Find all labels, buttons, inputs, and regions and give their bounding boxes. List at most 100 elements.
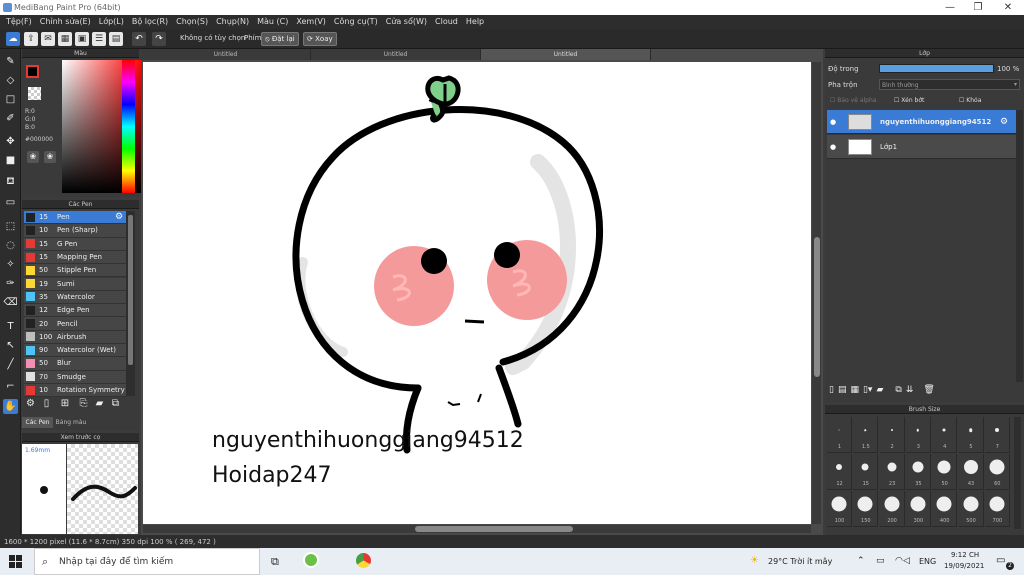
brush-size-cell[interactable]: 7	[984, 417, 1010, 453]
menu-file[interactable]: Tệp(F)	[3, 15, 37, 29]
brush-item[interactable]: 50 Blur	[24, 357, 126, 371]
select-pen-icon[interactable]: ✑	[3, 276, 18, 291]
text-tool-icon[interactable]: T	[3, 319, 18, 334]
brush-settings-gear-icon[interactable]: ⚙	[115, 212, 123, 222]
hand-tool-icon[interactable]: ✋	[3, 399, 18, 414]
layer-list-scrollbar[interactable]	[1016, 110, 1023, 382]
network-icon[interactable]: ▭	[876, 556, 885, 566]
brush-size-cell[interactable]: 4	[932, 417, 958, 453]
move-tool-icon[interactable]: ✥	[3, 134, 18, 149]
wifi-icon[interactable]: ◠	[895, 556, 903, 566]
brush-item[interactable]: 19 Sumi	[24, 277, 126, 291]
brush-size-cell[interactable]: 300	[905, 491, 931, 527]
foreground-color-swatch[interactable]	[26, 65, 39, 78]
hue-slider[interactable]	[122, 60, 135, 193]
menu-window[interactable]: Cửa sổ(W)	[383, 15, 432, 29]
menu-edit[interactable]: Chỉnh sửa(E)	[37, 15, 96, 29]
document-tab-3[interactable]: Untitled	[481, 49, 651, 60]
visibility-icon[interactable]: ●	[830, 143, 840, 151]
clipping-checkbox[interactable]: ☐ Xén bớt	[894, 97, 924, 104]
add-brush-icon[interactable]: ⊞	[56, 398, 74, 413]
panel-icon[interactable]: ▤	[109, 32, 123, 46]
delete-layer-icon[interactable]: 🗑	[923, 385, 934, 399]
new-color-layer-icon[interactable]: ▤	[838, 385, 847, 399]
frame-icon[interactable]: ▣	[75, 32, 89, 46]
folder-icon[interactable]: ▰	[93, 398, 106, 413]
menu-layer[interactable]: Lớp(L)	[96, 15, 129, 29]
brush-settings-icon[interactable]: ⚙	[24, 398, 37, 413]
operation-tool-icon[interactable]: ↖	[3, 338, 18, 353]
divide-tool-icon[interactable]: ╱	[3, 357, 18, 372]
brush-size-cell[interactable]: 100	[827, 491, 852, 527]
duplicate-layer-icon[interactable]: ⧉	[895, 385, 901, 399]
menu-help[interactable]: Help	[463, 15, 489, 29]
brush-size-cell[interactable]: 700	[984, 491, 1010, 527]
reset-button[interactable]: ⦸ Đặt lại	[261, 32, 299, 46]
select-eraser-icon[interactable]: ⌫	[3, 295, 18, 310]
palette-icon[interactable]: ❀	[27, 151, 39, 163]
grid-icon[interactable]: ▦	[58, 32, 72, 46]
clock-date[interactable]: 19/09/2021	[944, 562, 984, 570]
language-indicator[interactable]: ENG	[919, 557, 936, 566]
cloud-icon[interactable]: ☁	[6, 32, 20, 46]
vertical-scroll-thumb[interactable]	[814, 237, 820, 377]
duplicate-icon[interactable]: ⧉	[109, 398, 122, 413]
document-tab-2[interactable]: Untitled	[311, 49, 481, 60]
layer-folder-icon[interactable]: ▰	[876, 385, 883, 399]
close-button[interactable]: ✕	[993, 0, 1023, 15]
brush-size-cell[interactable]: 500	[958, 491, 984, 527]
dot-tool-icon[interactable]: □	[3, 92, 18, 107]
blend-mode-select[interactable]: Bình thường ▾	[879, 79, 1020, 90]
layer-settings-icon[interactable]: ⚙	[1000, 117, 1008, 127]
brush-size-cell[interactable]: 150	[853, 491, 879, 527]
bucket-tool-icon[interactable]: ⛾	[3, 174, 18, 189]
brush-list-scrollbar[interactable]	[126, 211, 135, 396]
brush-size-cell[interactable]: 60	[984, 454, 1010, 490]
brush-item[interactable]: 35 Watercolor	[24, 290, 126, 305]
brush-size-cell[interactable]: 15	[853, 454, 879, 490]
medibang-taskbar-icon[interactable]	[303, 552, 319, 568]
brush-item[interactable]: 100 Airbrush	[24, 330, 126, 344]
notification-icon[interactable]: ▭	[996, 555, 1005, 566]
transparent-swatch[interactable]	[28, 87, 41, 100]
eyedropper-tool-icon[interactable]: ⌐	[3, 379, 18, 394]
pen-tool-icon[interactable]: ✐	[3, 111, 18, 126]
share-icon[interactable]: ⇪	[24, 32, 38, 46]
new-brush-icon[interactable]: ▯	[40, 398, 53, 413]
layer-row-drawing[interactable]: ● Lớp1	[827, 135, 1016, 159]
brush-item[interactable]: 10 Pen (Sharp)	[24, 224, 126, 238]
brush-item[interactable]: 90 Watercolor (Wet)	[24, 344, 126, 358]
brush-size-cell[interactable]: 12	[827, 454, 852, 490]
brush-item[interactable]: 12 Edge Pen	[24, 304, 126, 318]
brush-item[interactable]: 10 Rotation Symmetry	[24, 383, 126, 398]
brush-size-cell[interactable]: 200	[879, 491, 905, 527]
task-view-icon[interactable]: ⧉	[271, 555, 279, 569]
menu-filter[interactable]: Bộ lọc(R)	[129, 15, 173, 29]
brush-item[interactable]: 15 G Pen	[24, 237, 126, 251]
magic-wand-icon[interactable]: ✧	[3, 257, 18, 272]
brush-size-scrollbar[interactable]	[1014, 417, 1021, 529]
drawing-canvas[interactable]: nguyenthihuonggiang94512 Hoidap247	[143, 62, 811, 524]
brush-size-cell[interactable]: 5	[958, 417, 984, 453]
redo-icon[interactable]: ↷	[152, 32, 166, 46]
shape-tool-icon[interactable]: ■	[3, 153, 18, 168]
new-layer-icon[interactable]: ▯	[829, 385, 834, 399]
menu-cloud[interactable]: Cloud	[432, 15, 463, 29]
visibility-icon[interactable]: ●	[830, 118, 840, 126]
weather-text[interactable]: 29°C Trời ít mây	[768, 557, 832, 566]
menu-select[interactable]: Chọn(S)	[173, 15, 213, 29]
brush-size-cell[interactable]: 23	[879, 454, 905, 490]
copy-brush-icon[interactable]: ⎘	[77, 398, 90, 413]
brush-size-cell[interactable]: 35	[905, 454, 931, 490]
menu-snap[interactable]: Chụp(N)	[213, 15, 254, 29]
minimize-button[interactable]: —	[935, 0, 965, 15]
canvas-vertical-scrollbar[interactable]	[812, 62, 821, 524]
select-tool-icon[interactable]: ⬚	[3, 219, 18, 234]
brush-size-cell[interactable]: 2	[879, 417, 905, 453]
menu-tools[interactable]: Công cụ(T)	[331, 15, 383, 29]
rotate-button[interactable]: ⟳ Xoay	[303, 32, 337, 46]
chrome-taskbar-icon[interactable]	[356, 553, 371, 568]
menu-color[interactable]: Màu (C)	[254, 15, 293, 29]
new-halftone-layer-icon[interactable]: ▦	[850, 385, 859, 399]
brush-size-cell[interactable]: 3	[905, 417, 931, 453]
